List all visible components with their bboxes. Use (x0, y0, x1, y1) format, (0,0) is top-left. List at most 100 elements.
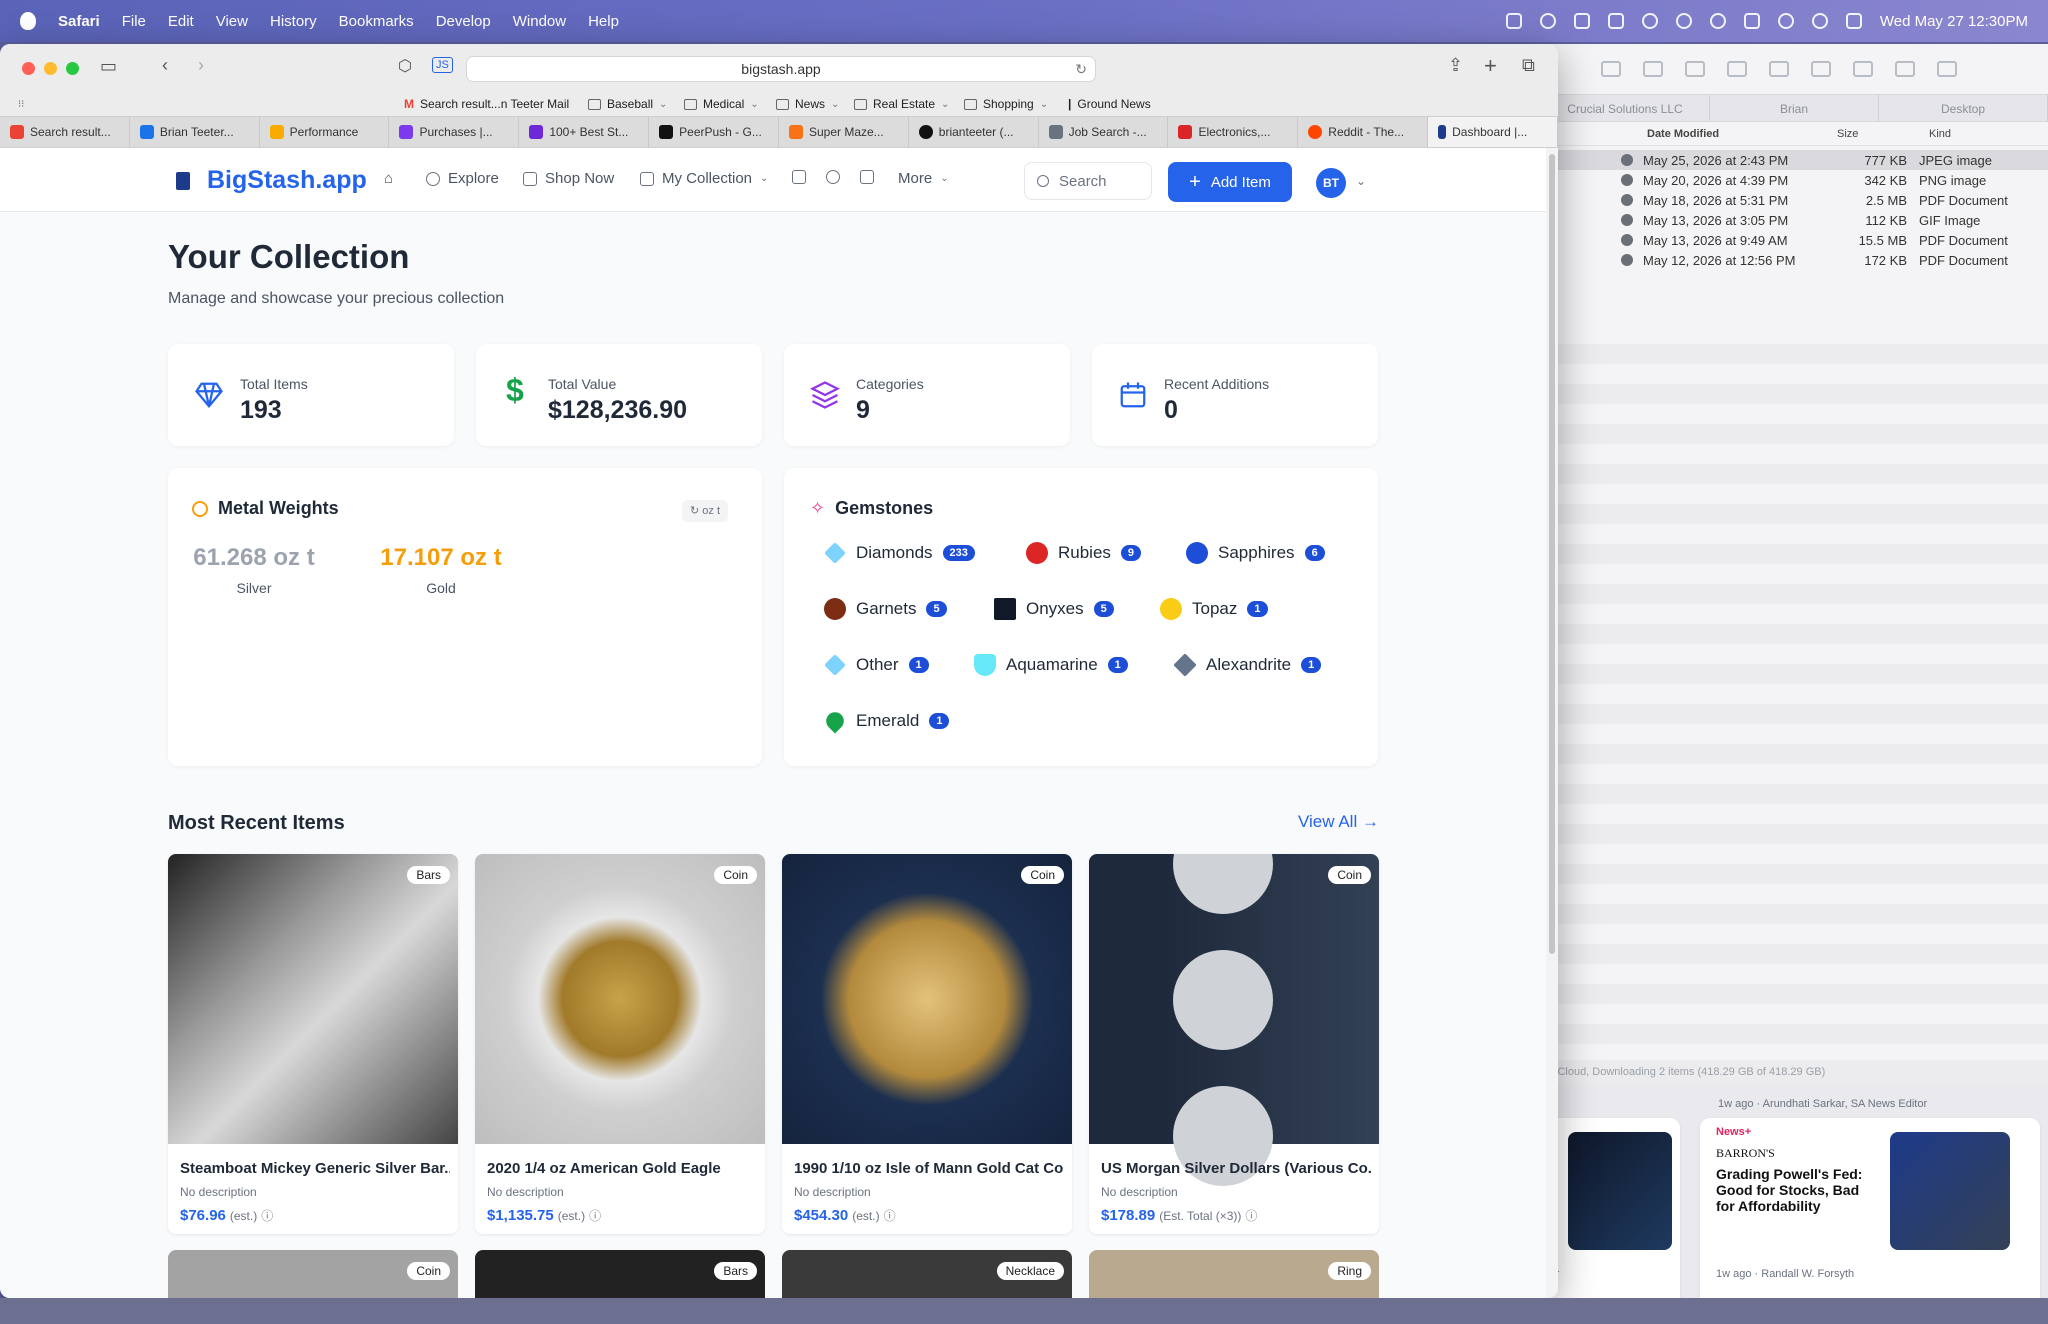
item-card[interactable]: Coin 1990 1/10 oz Isle of Mann Gold Cat … (782, 854, 1072, 1234)
scrollbar-thumb[interactable] (1549, 154, 1555, 954)
gem-topaz[interactable]: Topaz 1 (1160, 598, 1268, 620)
finder-search-icon[interactable] (1937, 61, 1957, 77)
site-brand[interactable]: BigStash.app (207, 166, 367, 195)
view-all-link[interactable]: View All → (1298, 812, 1379, 832)
spotlight-icon[interactable] (1811, 13, 1828, 29)
wifi-icon[interactable] (1777, 13, 1794, 29)
news-card-barrons[interactable]: News+ BARRON'S Grading Powell's Fed: Goo… (1700, 1118, 2040, 1314)
gem-garnets[interactable]: Garnets 5 (824, 598, 947, 620)
nav-explore[interactable]: Explore (426, 170, 499, 187)
browser-tab[interactable]: 100+ Best St... (519, 117, 650, 147)
apple-icon[interactable] (20, 12, 36, 30)
focus-moon-icon[interactable] (1675, 13, 1692, 29)
finder-row[interactable]: May 12, 2026 at 12:56 PM 172 KB PDF Docume… (1541, 250, 2048, 270)
favorite-folder[interactable]: Baseball ⌄ (588, 97, 667, 111)
group-icon[interactable] (1769, 61, 1789, 77)
browser-tab[interactable]: Electronics,... (1168, 117, 1299, 147)
gem-sapphires[interactable]: Sapphires 6 (1186, 542, 1325, 564)
browser-tab-active[interactable]: Dashboard |... (1428, 117, 1558, 147)
nav-shop[interactable]: Shop Now (523, 170, 614, 187)
unit-toggle-button[interactable]: ↻ oz t (682, 500, 729, 522)
nav-tags[interactable] (792, 170, 806, 184)
reload-icon[interactable]: ↻ (1075, 57, 1087, 81)
gem-other[interactable]: Other 1 (824, 654, 929, 676)
more-icon[interactable] (1895, 61, 1915, 77)
favorite-item[interactable]: | Ground News (1068, 97, 1151, 111)
bigstash-logo-icon[interactable] (176, 172, 190, 190)
item-card-partial[interactable]: Coin (168, 1250, 458, 1298)
item-card[interactable]: Bars Steamboat Mickey Generic Silver Bar… (168, 854, 458, 1234)
gem-aquamarine[interactable]: Aquamarine 1 (974, 654, 1128, 676)
finder-row[interactable]: May 13, 2026 at 9:49 AM 15.5 MB PDF Docume… (1541, 230, 2048, 250)
gem-onyxes[interactable]: Onyxes 5 (994, 598, 1114, 620)
info-icon[interactable]: ⓘ (589, 1209, 601, 1223)
tag-icon[interactable] (1853, 61, 1873, 77)
share-icon[interactable] (1811, 61, 1831, 77)
chevron-down-icon[interactable]: ⌄ (1356, 174, 1366, 188)
item-card[interactable]: Coin US Morgan Silver Dollars (Various C… (1089, 854, 1379, 1234)
info-icon[interactable]: ⓘ (1245, 1209, 1257, 1223)
close-icon[interactable] (22, 61, 35, 75)
extension-cube-icon[interactable]: ⬡ (398, 56, 412, 76)
menu-file[interactable]: File (122, 13, 146, 30)
gallery-view-icon[interactable] (1727, 61, 1747, 77)
add-item-button[interactable]: + Add Item (1168, 162, 1292, 202)
tab-overview-icon[interactable]: ⧉ (1522, 55, 1535, 76)
item-card-partial[interactable]: Bars (475, 1250, 765, 1298)
gem-emerald[interactable]: Emerald 1 (822, 708, 950, 734)
gem-diamonds[interactable]: Diamonds 233 (824, 542, 975, 564)
favorite-folder[interactable]: News ⌄ (776, 97, 839, 111)
status-app-icon[interactable] (1505, 13, 1522, 29)
menu-help[interactable]: Help (588, 13, 619, 30)
column-size[interactable]: Size (1837, 128, 1929, 140)
menu-view[interactable]: View (216, 13, 248, 30)
menu-window[interactable]: Window (513, 13, 566, 30)
time-machine-icon[interactable] (1709, 13, 1726, 29)
browser-tab[interactable]: PeerPush - G... (649, 117, 779, 147)
finder-row[interactable]: May 25, 2026 at 2:43 PM 777 KB JPEG image (1541, 150, 2048, 170)
item-card-partial[interactable]: Ring (1089, 1250, 1379, 1298)
avatar[interactable]: BT (1316, 168, 1346, 198)
menubar-clock[interactable]: Wed May 27 12:30PM (1880, 13, 2028, 30)
status-play-icon[interactable] (1641, 13, 1658, 29)
menu-app[interactable]: Safari (58, 13, 100, 30)
zoom-icon[interactable] (66, 61, 79, 75)
back-icon[interactable]: ‹ (162, 55, 168, 76)
search-input[interactable]: Search (1024, 162, 1152, 200)
favorite-folder[interactable]: Real Estate ⌄ (854, 97, 949, 111)
finder-tab[interactable]: Desktop (1879, 95, 2048, 121)
nav-my-collection[interactable]: My Collection ⌄ (640, 170, 768, 187)
sidebar-toggle-icon[interactable]: ▭ (100, 56, 117, 77)
menu-edit[interactable]: Edit (168, 13, 194, 30)
browser-tab[interactable]: Super Maze... (779, 117, 909, 147)
gem-rubies[interactable]: Rubies 9 (1026, 542, 1142, 564)
favorite-folder[interactable]: Shopping ⌄ (964, 97, 1048, 111)
menu-bookmarks[interactable]: Bookmarks (339, 13, 414, 30)
item-card[interactable]: Coin 2020 1/4 oz American Gold Eagle No … (475, 854, 765, 1234)
menu-history[interactable]: History (270, 13, 317, 30)
gem-alexandrite[interactable]: Alexandrite 1 (1173, 653, 1322, 677)
browser-tab[interactable]: Purchases |... (389, 117, 520, 147)
browser-tab[interactable]: Search result... (0, 117, 130, 147)
column-view-icon[interactable] (1685, 61, 1705, 77)
control-center-icon[interactable] (1845, 13, 1862, 29)
list-view-icon[interactable] (1643, 61, 1663, 77)
browser-tab[interactable]: brianteeter (... (909, 117, 1039, 147)
share-icon[interactable]: ⇪ (1448, 55, 1463, 76)
icon-view-icon[interactable] (1601, 61, 1621, 77)
home-icon[interactable]: ⌂ (384, 170, 393, 187)
address-bar[interactable]: bigstash.app ↻ (466, 56, 1096, 82)
finder-tab[interactable]: Crucial Solutions LLC (1541, 95, 1710, 121)
news-card-left[interactable]: itor (1540, 1118, 1680, 1314)
forward-icon[interactable]: › (198, 55, 204, 76)
favorites-grid-icon[interactable]: ⁝⁝ (18, 99, 24, 110)
page-scrollbar[interactable] (1546, 148, 1558, 1298)
status-dropbox-icon[interactable] (1607, 13, 1624, 29)
favorite-item[interactable]: M Search result...n Teeter Mail (404, 97, 569, 111)
finder-tab[interactable]: Brian (1710, 95, 1879, 121)
info-icon[interactable]: ⓘ (884, 1209, 896, 1223)
item-card-partial[interactable]: Necklace (782, 1250, 1072, 1298)
column-kind[interactable]: Kind (1929, 128, 1951, 140)
minimize-icon[interactable] (44, 61, 57, 75)
extension-js-icon[interactable]: JS (432, 57, 453, 73)
